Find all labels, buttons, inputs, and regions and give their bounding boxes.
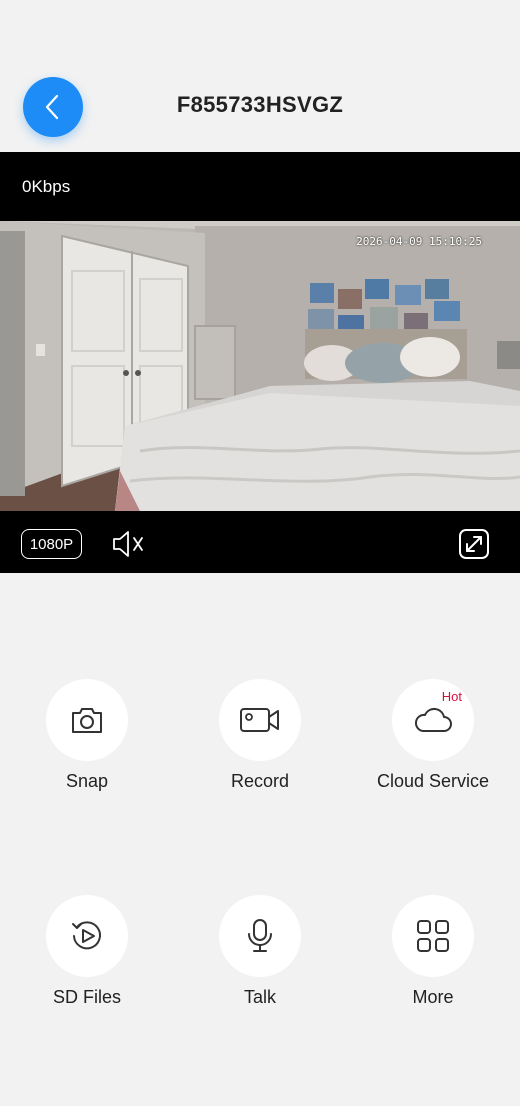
cloud-service-button[interactable]: Hot Cloud Service [353,679,513,799]
live-video-player[interactable]: 0Kbps 2026-04-09 15:10:25 1080P [0,152,520,573]
talk-circle [219,895,301,977]
talk-button[interactable]: Talk [180,895,340,1015]
snap-circle [46,679,128,761]
more-label: More [412,987,454,1007]
record-button[interactable]: Record [180,679,340,799]
record-circle [219,679,301,761]
video-camera-icon [240,708,279,732]
more-circle [392,895,474,977]
grid-icon [417,920,449,952]
top-bar: F855733HSVGZ [0,0,520,152]
talk-label: Talk [243,987,276,1007]
hot-badge: Hot [441,689,462,704]
cloud-service-label: Cloud Service [376,771,490,791]
snap-button[interactable]: Snap [7,679,167,799]
microphone-icon [248,919,272,952]
camera-feed[interactable]: 2026-04-09 15:10:25 [0,221,520,511]
sd-files-circle [46,895,128,977]
camera-icon [72,708,102,733]
cloud-service-circle: Hot [392,679,474,761]
camera-feed-image [0,221,520,511]
replay-icon [72,921,101,950]
sd-files-label: SD Files [52,987,121,1007]
more-button[interactable]: More [353,895,513,1015]
record-label: Record [230,771,290,791]
resolution-button[interactable]: 1080P [21,529,82,559]
fullscreen-icon [459,529,489,559]
fullscreen-button[interactable] [458,528,490,560]
bitrate-readout: 0Kbps [22,177,71,196]
video-timestamp: 2026-04-09 15:10:25 [356,235,482,248]
cloud-icon [414,707,452,732]
snap-label: Snap [65,771,109,791]
device-title: F855733HSVGZ [176,92,344,117]
sd-files-button[interactable]: SD Files [7,895,167,1015]
mute-button[interactable] [110,529,146,559]
speaker-muted-icon [113,531,143,557]
